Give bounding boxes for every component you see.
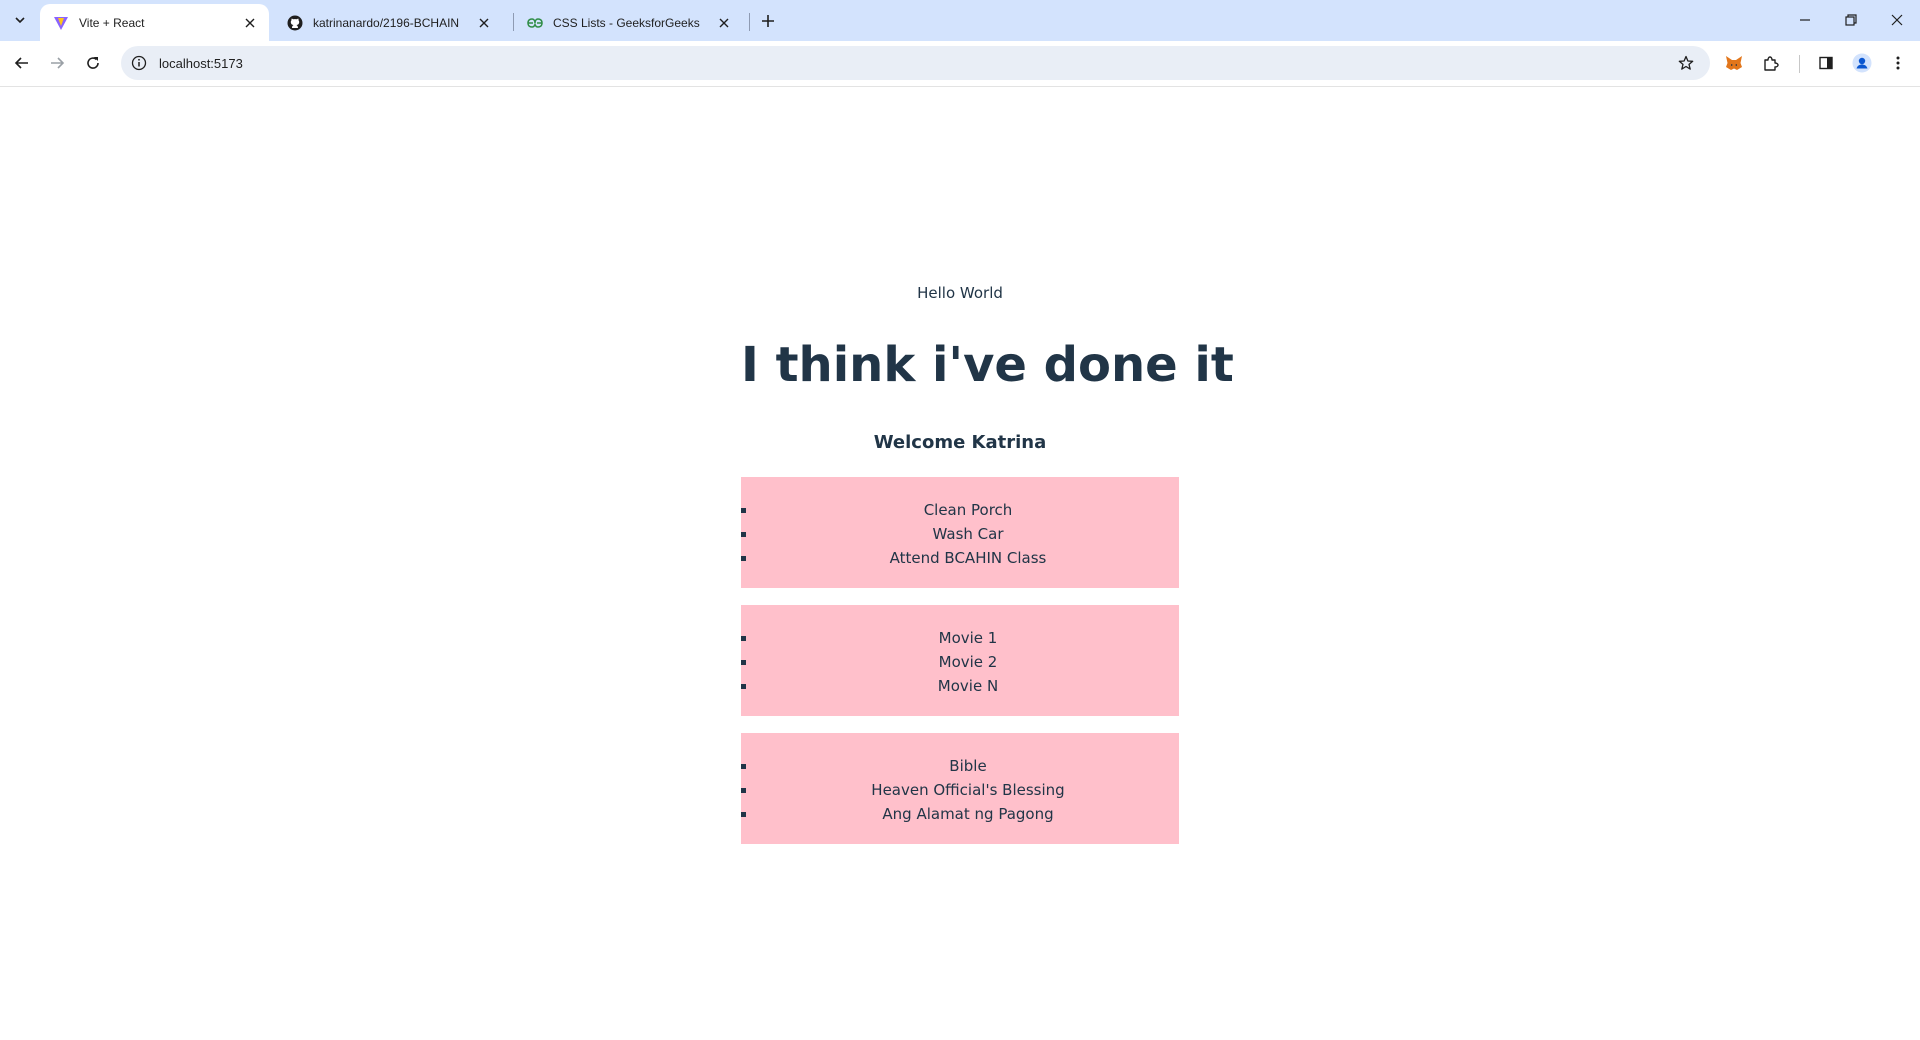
list-item: Clean Porch <box>757 498 1179 522</box>
list-item: Movie 2 <box>757 650 1179 674</box>
close-tab-button[interactable] <box>715 14 733 32</box>
list-item: Bible <box>757 754 1179 778</box>
bookmark-star-button[interactable] <box>1672 49 1700 77</box>
extensions-button[interactable] <box>1757 49 1785 77</box>
arrow-left-icon <box>14 57 28 69</box>
list-item: Wash Car <box>757 522 1179 546</box>
url-text[interactable]: localhost:5173 <box>159 56 1672 71</box>
toolbar-separator <box>1799 55 1800 73</box>
reload-icon <box>87 57 99 69</box>
close-tab-button[interactable] <box>241 14 259 32</box>
tab-separator <box>749 13 750 31</box>
movie-list-box: Movie 1 Movie 2 Movie N <box>741 605 1179 716</box>
close-icon <box>1891 14 1903 26</box>
github-icon <box>287 15 303 31</box>
close-icon <box>719 18 729 27</box>
list-item: Ang Alamat ng Pagong <box>757 802 1179 826</box>
tab-title: CSS Lists - GeeksforGeeks <box>553 15 700 30</box>
forward-button[interactable] <box>43 49 71 77</box>
book-list-box: Bible Heaven Official's Blessing Ang Ala… <box>741 733 1179 844</box>
vite-icon <box>53 15 69 31</box>
list-item: Movie N <box>757 674 1179 698</box>
site-info-icon[interactable] <box>131 55 147 71</box>
reload-button[interactable] <box>79 49 107 77</box>
tab-strip: Vite + React katrinanardo/2196-BCHAIN CS… <box>0 0 1920 41</box>
list-item: Movie 1 <box>757 626 1179 650</box>
side-panel-icon <box>1819 56 1833 70</box>
new-tab-button[interactable] <box>755 8 781 34</box>
geeksforgeeks-icon <box>527 15 543 31</box>
page-headline: I think i've done it <box>741 337 1234 393</box>
restore-icon <box>1845 14 1857 26</box>
welcome-heading: Welcome Katrina <box>873 432 1047 453</box>
plus-icon <box>762 15 774 27</box>
profile-button[interactable] <box>1848 49 1876 77</box>
star-icon <box>1678 55 1694 70</box>
todo-list-box: Clean Porch Wash Car Attend BCAHIN Class <box>741 477 1179 588</box>
fox-icon <box>1726 56 1742 70</box>
tab-geeksforgeeks[interactable]: CSS Lists - GeeksforGeeks <box>514 4 743 41</box>
chevron-down-icon <box>15 17 25 24</box>
metamask-extension-button[interactable] <box>1720 49 1748 77</box>
chrome-menu-button[interactable] <box>1884 49 1912 77</box>
address-bar[interactable]: localhost:5173 <box>121 46 1710 80</box>
restore-button[interactable] <box>1828 0 1874 40</box>
tab-title: Vite + React <box>79 15 145 30</box>
side-panel-button[interactable] <box>1812 49 1840 77</box>
tab-search-button[interactable] <box>6 8 34 32</box>
movie-list: Movie 1 Movie 2 Movie N <box>741 626 1179 698</box>
book-list: Bible Heaven Official's Blessing Ang Ala… <box>741 754 1179 826</box>
browser-toolbar: localhost:5173 <box>0 41 1920 87</box>
puzzle-icon <box>1764 56 1779 71</box>
todo-list: Clean Porch Wash Car Attend BCAHIN Class <box>741 498 1179 570</box>
hello-text: Hello World <box>917 284 1003 302</box>
page-viewport: Hello World I think i've done it Welcome… <box>0 87 1920 1040</box>
tab-github[interactable]: katrinanardo/2196-BCHAIN <box>274 4 503 41</box>
back-button[interactable] <box>8 49 36 77</box>
close-icon <box>245 18 255 27</box>
close-tab-button[interactable] <box>475 14 493 32</box>
kebab-menu-icon <box>1896 56 1900 70</box>
close-window-button[interactable] <box>1874 0 1920 40</box>
tab-vite-react[interactable]: Vite + React <box>40 4 269 41</box>
avatar-icon <box>1852 53 1872 73</box>
arrow-right-icon <box>51 57 65 69</box>
tab-title: katrinanardo/2196-BCHAIN <box>313 15 460 30</box>
list-item: Heaven Official's Blessing <box>757 778 1179 802</box>
minimize-icon <box>1800 19 1810 21</box>
close-icon <box>479 18 489 27</box>
list-item: Attend BCAHIN Class <box>757 546 1179 570</box>
minimize-button[interactable] <box>1782 0 1828 40</box>
